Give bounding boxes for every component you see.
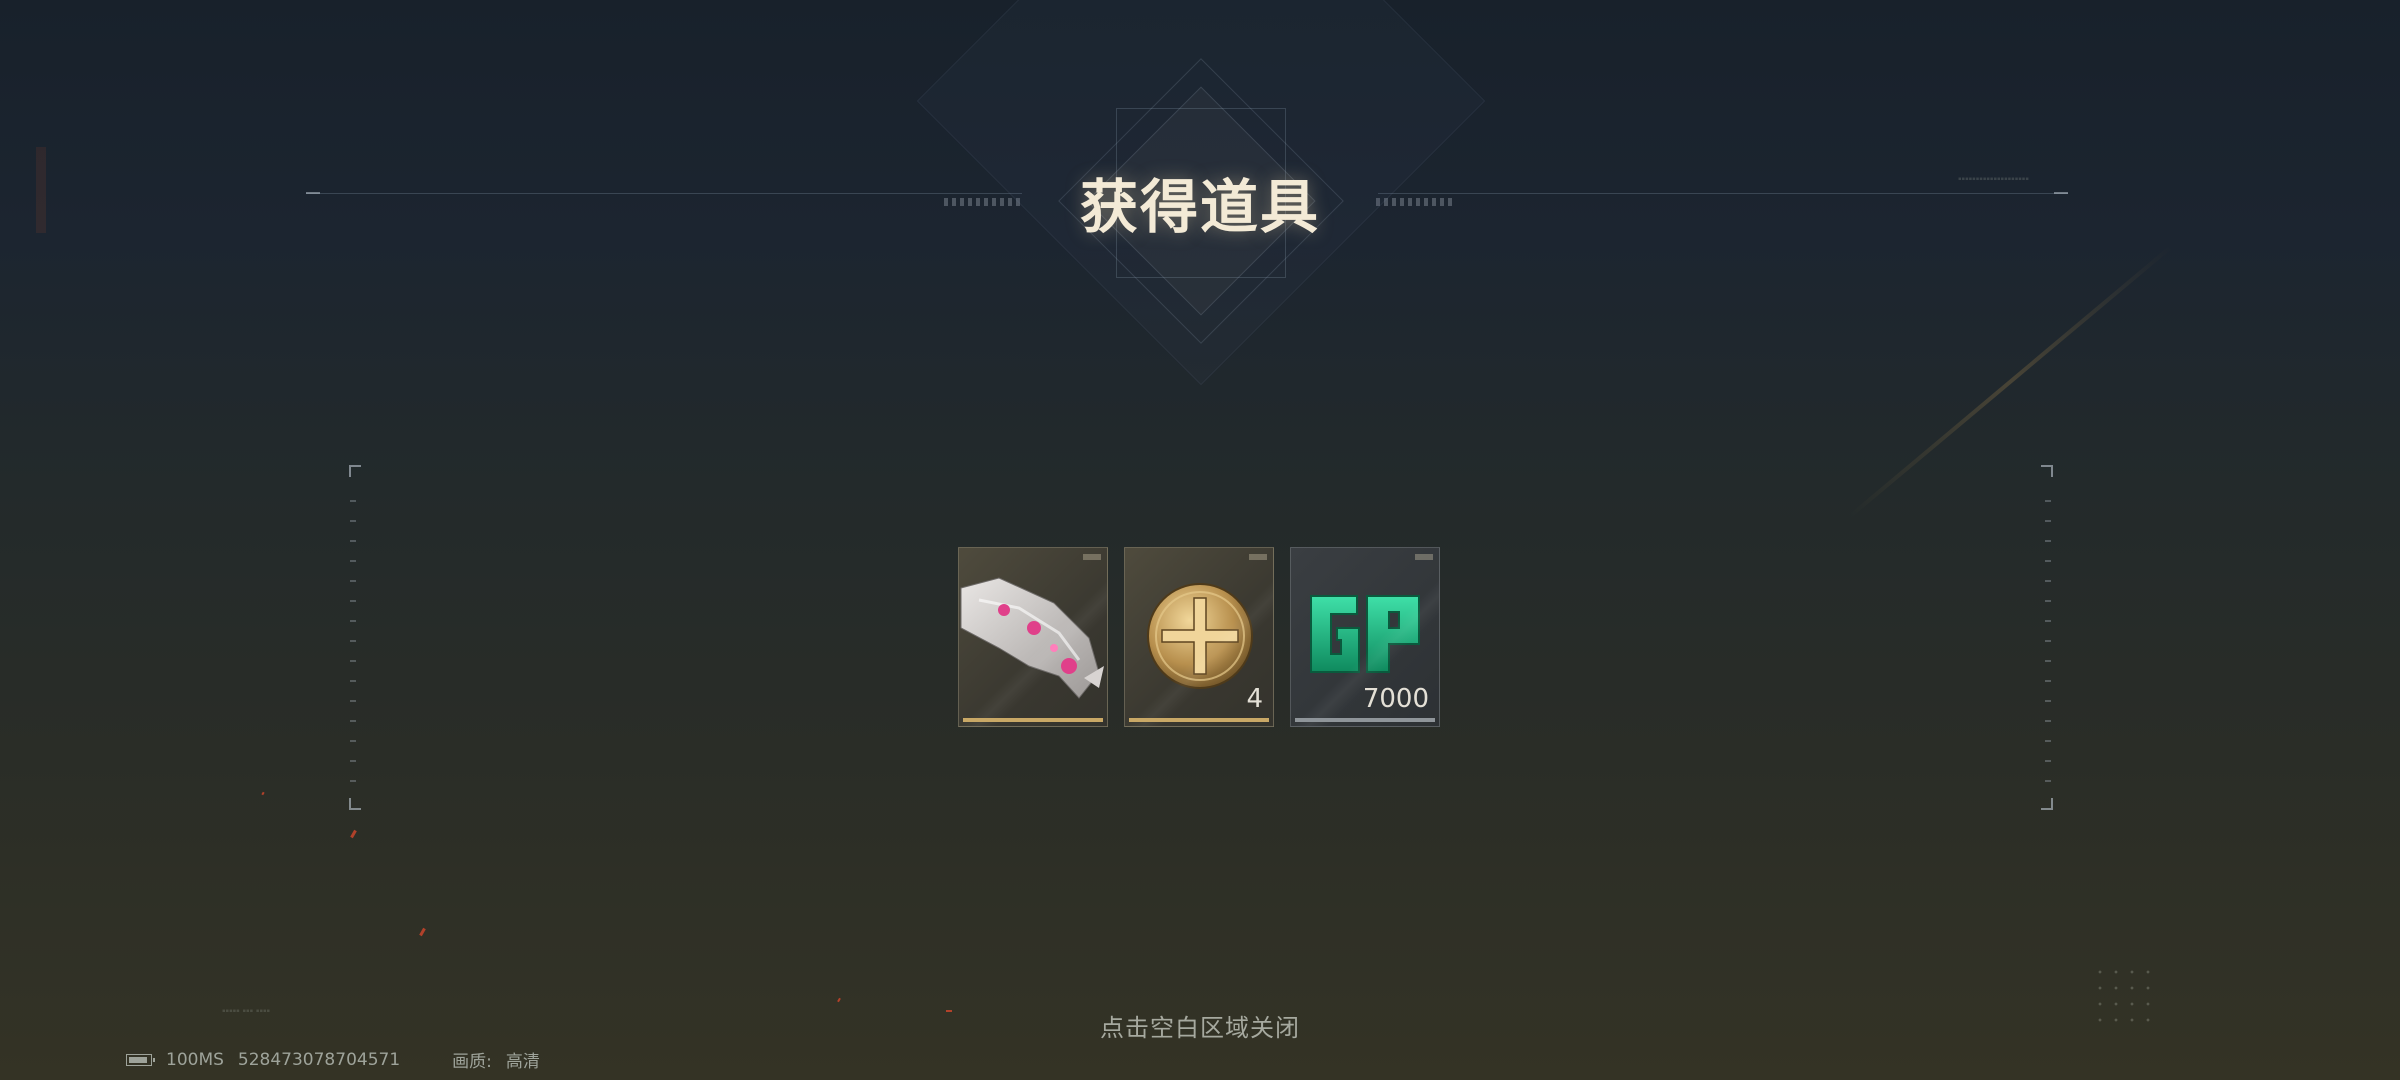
bracket-top-right <box>2041 465 2053 477</box>
bracket-bottom-left <box>349 798 361 810</box>
ember-particle <box>837 997 841 1003</box>
item-quantity: 7000 <box>1362 684 1429 714</box>
bracket-bottom-right <box>2041 798 2053 810</box>
ember-particle <box>261 791 265 796</box>
player-id-text: 528473078704571 <box>237 1049 401 1070</box>
latency-text: 100MS <box>166 1049 224 1070</box>
reward-item-gold-coin[interactable]: 4 <box>1124 547 1274 727</box>
battery-icon <box>126 1053 155 1066</box>
item-quantity: 4 <box>1246 684 1263 714</box>
rarity-bar <box>1295 718 1435 722</box>
ember-particle <box>419 927 426 937</box>
ember-particle <box>946 1010 952 1012</box>
status-bar: 100MS 528473078704571 画质: 高清 <box>126 1047 540 1072</box>
reward-item-gp[interactable]: 7000 <box>1290 547 1440 727</box>
reward-item-list: 4 7000 <box>958 547 1440 727</box>
bracket-top-left <box>349 465 361 477</box>
bracket-ticks-left <box>350 500 356 800</box>
bracket-ticks-right <box>2045 500 2051 800</box>
reward-item-weapon-skin[interactable] <box>958 547 1108 727</box>
dialog-title: 获得道具 <box>1079 175 1320 240</box>
ember-particle <box>350 829 357 839</box>
item-sheen <box>959 548 1107 726</box>
reward-title-banner: 获得道具 <box>0 0 2400 386</box>
rarity-bar <box>963 718 1103 722</box>
quality-value: 高清 <box>505 1052 540 1072</box>
quality-label: 画质: <box>452 1052 492 1072</box>
close-hint-text[interactable]: 点击空白区域关闭 <box>0 1008 2400 1043</box>
rarity-bar <box>1129 718 1269 722</box>
corner-grid-decoration <box>2092 964 2156 1024</box>
